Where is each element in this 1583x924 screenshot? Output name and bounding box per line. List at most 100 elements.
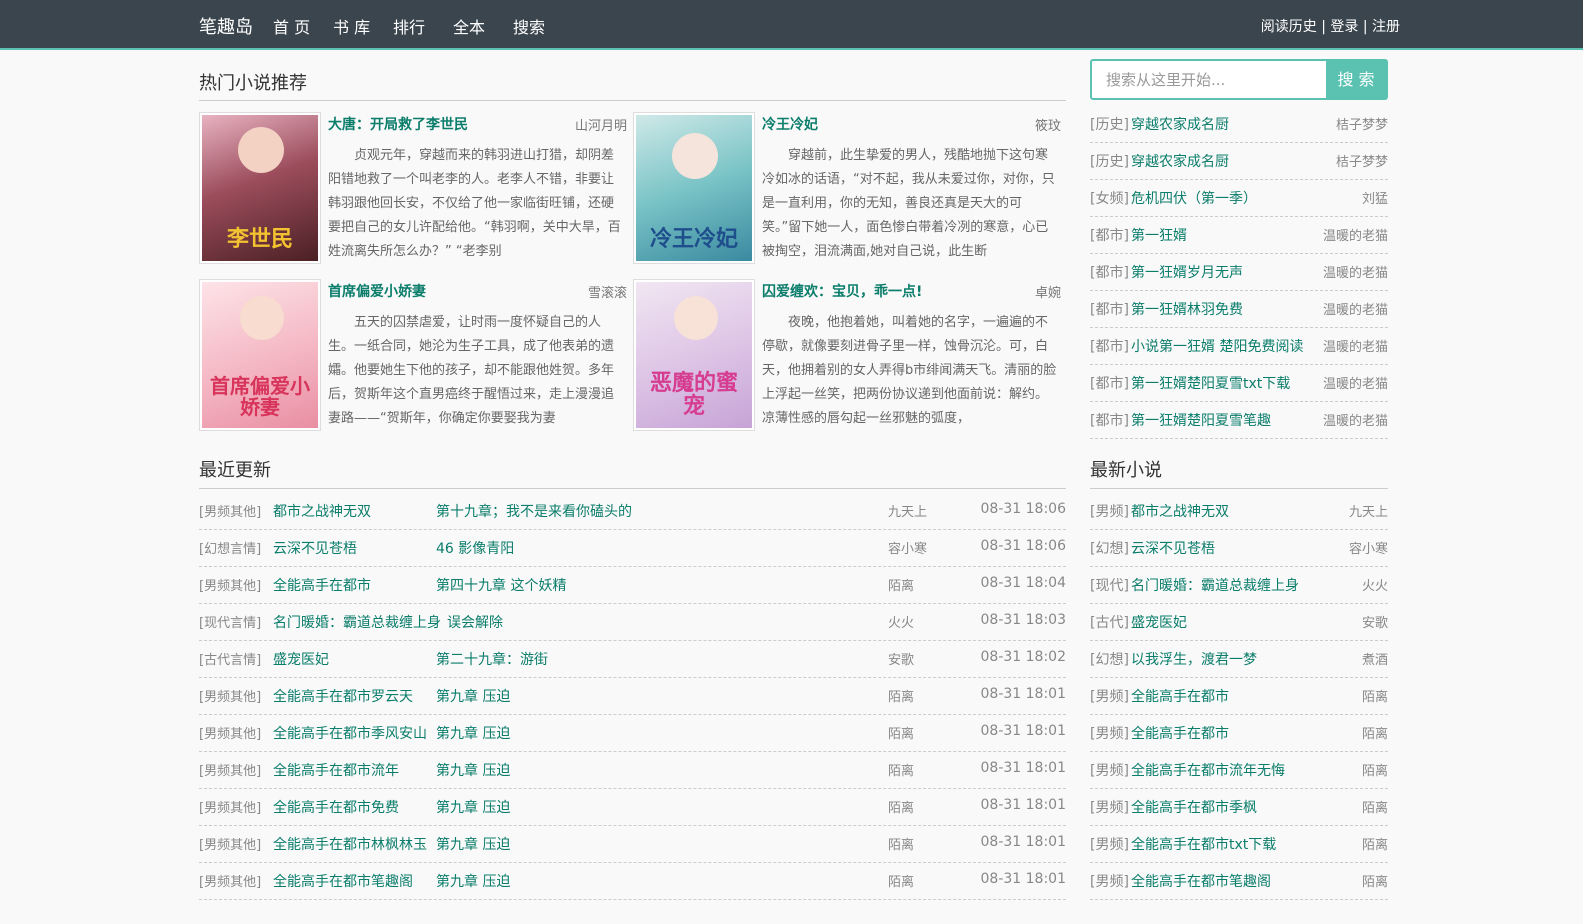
book-title-link[interactable]: 以我浮生，渡君一梦 [1131,649,1257,669]
register-link[interactable]: 注册 [1372,19,1400,35]
book-title-link[interactable]: 全能高手在都市笔趣阁 [273,871,413,891]
list-item[interactable]: [女频] 危机四伏（第一季） 刘猛 [1090,180,1388,217]
book-title-link[interactable]: 小说第一狂婿 楚阳免费阅读 [1131,336,1303,356]
nav-search[interactable]: 搜索 [513,14,573,38]
book-title-link[interactable]: 全能高手在都市笔趣阁 [1131,871,1271,891]
nav-library[interactable]: 书 库 [333,14,393,38]
list-item[interactable]: [都市] 第一狂婿楚阳夏雪笔趣 温暖的老猫 [1090,402,1388,439]
list-item[interactable]: [现代] 名门暖婚：霸道总裁缠上身 火火 [1090,567,1388,604]
book-title-link[interactable]: 危机四伏（第一季） [1131,188,1257,208]
book-title-link[interactable]: 全能高手在都市流年无悔 [1131,760,1285,780]
book-title-link[interactable]: 全能高手在都市 [273,575,371,595]
book-cover[interactable]: 首席偏爱小娇妻 [199,279,321,431]
site-logo[interactable]: 笔趣岛 [199,13,253,39]
author-label: 陌离 [888,690,915,705]
book-title[interactable]: 大唐：开局救了李世民 [328,114,468,134]
category-label: [男频其他] [199,727,262,742]
book-title-link[interactable]: 第一狂婿林羽免费 [1131,299,1243,319]
list-item[interactable]: [男频] 全能高手在都市季枫 陌离 [1090,789,1388,826]
list-item[interactable]: [男频] 全能高手在都市流年无悔 陌离 [1090,752,1388,789]
table-row: [男频其他] 全能高手在都市季风安山 第九章 压迫 陌离 08-31 18:01 [199,715,1066,752]
featured-book[interactable]: 冷王冷妃 冷王冷妃 筱玟 穿越前，此生挚爱的男人，残酷地抛下这句寒冷如冰的话语，… [633,112,1065,266]
cover-text: 冷王冷妃 [649,226,738,252]
book-cover[interactable]: 恶魔的蜜宠 [633,279,755,431]
hot-section-title: 热门小说推荐 [199,73,307,94]
book-title-link[interactable]: 全能高手在都市txt下载 [1131,834,1276,854]
book-title-link[interactable]: 第一狂婿 [1131,225,1187,245]
chapter-link[interactable]: 第十九章；我不是来看你磕头的 [436,501,632,521]
chapter-link[interactable]: 误会解除 [447,612,503,632]
list-item[interactable]: [历史] 穿越农家成名厨 桔子梦梦 [1090,106,1388,143]
author-label: 陌离 [888,764,915,779]
book-title-link[interactable]: 全能高手在都市流年 [273,760,399,780]
list-item[interactable]: [都市] 第一狂婿楚阳夏雪txt下载 温暖的老猫 [1090,365,1388,402]
nav-completed[interactable]: 全本 [453,14,513,38]
book-title-link[interactable]: 全能高手在都市 [1131,723,1229,743]
featured-book[interactable]: 首席偏爱小娇妻 首席偏爱小娇妻 雪滚滚 五天的囚禁虐爱，让时雨一度怀疑自己的人生… [199,279,631,433]
featured-book[interactable]: 李世民 大唐：开局救了李世民 山河月明 贞观元年，穿越而来的韩羽进山打猎，却阴差… [199,112,631,266]
book-title-link[interactable]: 名门暖婚：霸道总裁缠上身 [1131,575,1299,595]
category-label: [男频其他] [199,875,262,890]
chapter-link[interactable]: 第九章 压迫 [436,686,510,706]
list-item[interactable]: [男频] 全能高手在都市txt下载 陌离 [1090,826,1388,863]
featured-book[interactable]: 恶魔的蜜宠 囚爱缠欢：宝贝，乖一点! 卓婉 夜晚，他抱着她，叫着她的名字，一遍遍… [633,279,1065,433]
book-cover[interactable]: 李世民 [199,112,321,264]
book-title-link[interactable]: 第一狂婿岁月无声 [1131,262,1243,282]
book-title[interactable]: 囚爱缠欢：宝贝，乖一点! [762,281,922,301]
chapter-link[interactable]: 第九章 压迫 [436,797,510,817]
book-title-link[interactable]: 盛宠医妃 [1131,612,1187,632]
nav-ranking[interactable]: 排行 [393,14,453,38]
chapter-link[interactable]: 第四十九章 这个妖精 [436,575,566,595]
author-label: 陌离 [888,875,915,890]
book-title-link[interactable]: 全能高手在都市林枫林玉 [273,834,427,854]
chapter-link[interactable]: 第九章 压迫 [436,834,510,854]
list-item[interactable]: [幻想] 以我浮生，渡君一梦 煮酒 [1090,641,1388,678]
latest-section-title: 最新小说 [1090,460,1162,481]
book-title-link[interactable]: 都市之战神无双 [1131,501,1229,521]
list-item[interactable]: [都市] 第一狂婿岁月无声 温暖的老猫 [1090,254,1388,291]
book-title-link[interactable]: 云深不见苍梧 [273,538,357,558]
chapter-link[interactable]: 46 影像青阳 [436,538,514,558]
book-title-link[interactable]: 第一狂婿楚阳夏雪txt下载 [1131,373,1290,393]
category-label: [都市] [1090,265,1129,281]
list-item[interactable]: [都市] 第一狂婿 温暖的老猫 [1090,217,1388,254]
chapter-link[interactable]: 第二十九章：游街 [436,649,548,669]
list-item[interactable]: [男频] 全能高手在都市 陌离 [1090,678,1388,715]
book-title-link[interactable]: 盛宠医妃 [273,649,329,669]
list-item[interactable]: [幻想] 云深不见苍梧 容小寒 [1090,530,1388,567]
book-title-link[interactable]: 全能高手在都市 [1131,686,1229,706]
book-title-link[interactable]: 全能高手在都市罗云天 [273,686,413,706]
reading-history-link[interactable]: 阅读历史 [1261,19,1317,35]
book-cover[interactable]: 冷王冷妃 [633,112,755,264]
book-title-link[interactable]: 云深不见苍梧 [1131,538,1215,558]
book-title[interactable]: 冷王冷妃 [762,114,818,134]
chapter-link[interactable]: 第九章 压迫 [436,871,510,891]
nav-home[interactable]: 首 页 [273,14,333,38]
category-label: [历史] [1090,117,1129,133]
table-row: [古代言情] 盛宠医妃 第二十九章：游街 安歌 08-31 18:02 [199,641,1066,678]
list-item[interactable]: [男频] 都市之战神无双 九天上 [1090,493,1388,530]
book-title-link[interactable]: 全能高手在都市季风安山 [273,723,427,743]
book-title-link[interactable]: 穿越农家成名厨 [1131,114,1229,134]
search-button[interactable]: 搜 索 [1326,61,1386,98]
category-label: [女频] [1090,191,1129,207]
book-title-link[interactable]: 第一狂婿楚阳夏雪笔趣 [1131,410,1271,430]
login-link[interactable]: 登录 [1330,19,1358,35]
list-item[interactable]: [都市] 小说第一狂婿 楚阳免费阅读 温暖的老猫 [1090,328,1388,365]
list-item[interactable]: [历史] 穿越农家成名厨 桔子梦梦 [1090,143,1388,180]
list-item[interactable]: [古代] 盛宠医妃 安歌 [1090,604,1388,641]
search-input[interactable] [1092,61,1328,98]
book-title-link[interactable]: 都市之战神无双 [273,501,371,521]
book-title-link[interactable]: 名门暖婚：霸道总裁缠上身 [273,612,441,632]
book-title-link[interactable]: 全能高手在都市季枫 [1131,797,1257,817]
list-item[interactable]: [男频] 全能高手在都市笔趣阁 陌离 [1090,863,1388,900]
book-title[interactable]: 首席偏爱小娇妻 [328,281,426,301]
recent-updates-list: [男频其他] 都市之战神无双 第十九章；我不是来看你磕头的 九天上 08-31 18:0… [199,493,1066,900]
author-label: 陌离 [888,579,915,594]
book-title-link[interactable]: 全能高手在都市免费 [273,797,399,817]
chapter-link[interactable]: 第九章 压迫 [436,723,510,743]
book-title-link[interactable]: 穿越农家成名厨 [1131,151,1229,171]
chapter-link[interactable]: 第九章 压迫 [436,760,510,780]
list-item[interactable]: [都市] 第一狂婿林羽免费 温暖的老猫 [1090,291,1388,328]
list-item[interactable]: [男频] 全能高手在都市 陌离 [1090,715,1388,752]
